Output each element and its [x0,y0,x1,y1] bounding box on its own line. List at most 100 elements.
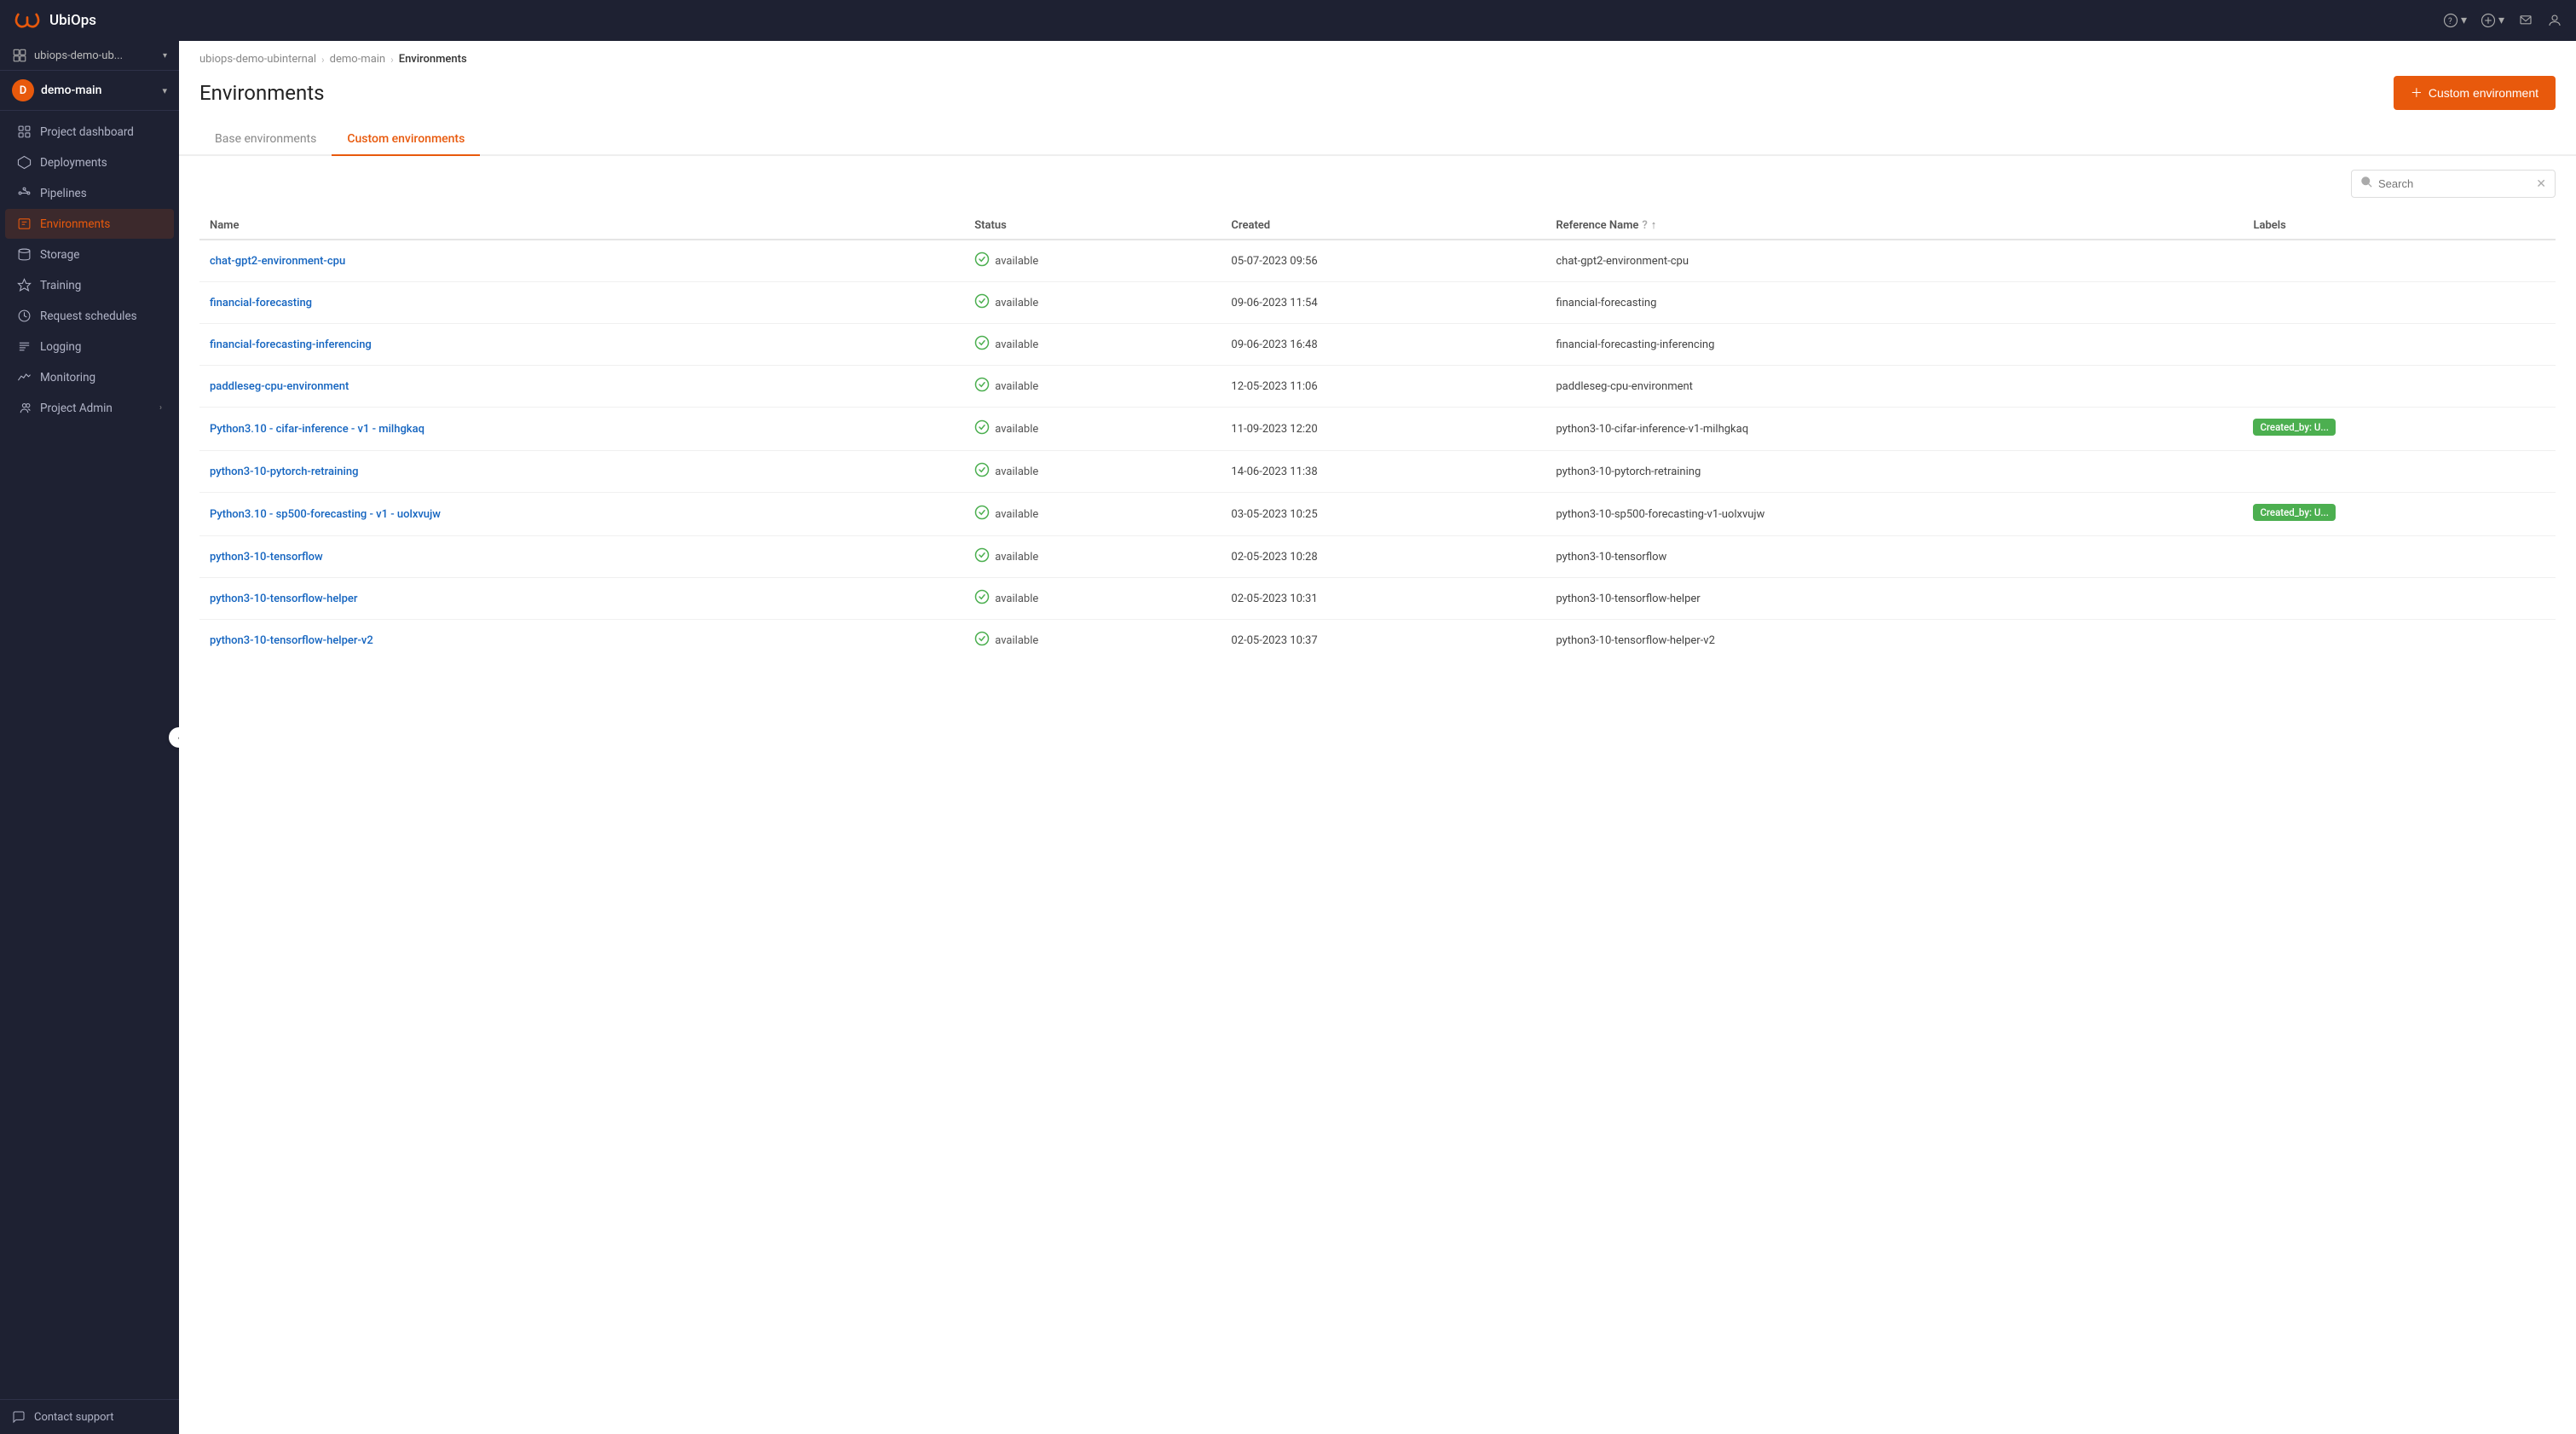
table-row: python3-10-tensorflow-helper available 0… [199,578,2556,620]
environments-table: Name Status Created Reference Name ? ↑ L… [199,211,2556,661]
available-icon [974,505,990,523]
user-icon[interactable] [2547,13,2562,28]
breadcrumb-project-link[interactable]: demo-main [330,53,385,66]
sidebar-item-monitoring[interactable]: Monitoring [5,362,174,392]
contact-support[interactable]: Contact support [0,1399,179,1434]
sidebar-item-logging[interactable]: Logging [5,332,174,361]
custom-environment-button[interactable]: ＋ Custom environment [2394,76,2556,110]
project-avatar: D [12,79,34,101]
cell-reference-name: python3-10-pytorch-retraining [1545,451,2243,493]
table-row: financial-forecasting available 09-06-20… [199,282,2556,324]
table-row: financial-forecasting-inferencing availa… [199,324,2556,366]
sidebar-item-deployments[interactable]: Deployments [5,147,174,177]
env-name-text: python3-10-tensorflow [210,551,323,564]
env-name-link[interactable]: chat-gpt2-environment-cpu [210,255,345,268]
table-body: chat-gpt2-environment-cpu available 05-0… [199,240,2556,661]
tab-custom-environments[interactable]: Custom environments [332,124,480,156]
cell-labels [2243,451,2556,493]
status-cell: available [974,589,1210,608]
available-icon [974,252,990,270]
env-name-link[interactable]: financial-forecasting-inferencing [210,338,372,351]
search-box: ✕ [2351,170,2556,198]
cell-name: chat-gpt2-environment-cpu [199,240,964,282]
sidebar-org[interactable]: ubiops-demo-ub... ▾ [0,41,179,71]
search-clear-icon[interactable]: ✕ [2536,177,2546,191]
col-name: Name [199,211,964,240]
sidebar: ubiops-demo-ub... ▾ D demo-main ▾ Projec… [0,41,179,1434]
cell-labels: Created_by: U... [2243,493,2556,536]
cell-labels [2243,324,2556,366]
svg-text:?: ? [2448,17,2452,26]
search-input[interactable] [2378,177,2531,190]
tab-base-environments[interactable]: Base environments [199,124,332,156]
breadcrumb-sep-1: › [321,54,325,66]
search-icon [2360,176,2373,192]
env-name-text: paddleseg-cpu-environment [210,380,349,393]
status-cell: available [974,547,1210,566]
org-chevron-icon: ▾ [163,51,167,61]
cell-name: paddleseg-cpu-environment [199,366,964,408]
contact-support-label: Contact support [34,1411,114,1424]
status-cell: available [974,631,1210,650]
status-text: available [995,380,1038,393]
available-icon [974,547,990,566]
cell-status: available [964,408,1221,451]
status-cell: available [974,377,1210,396]
sidebar-item-project-admin[interactable]: Project Admin › [5,393,174,423]
project-chevron-icon: ▾ [162,85,167,96]
table-row: Python3.10 - sp500-forecasting - v1 - uo… [199,493,2556,536]
sidebar-item-label: Deployments [40,156,162,170]
sidebar-item-pipelines[interactable]: Pipelines [5,178,174,208]
sidebar-project[interactable]: D demo-main ▾ [0,71,179,111]
breadcrumb-current: Environments [399,53,467,66]
main-content: ubiops-demo-ubinternal › demo-main › Env… [179,41,2576,1434]
cell-reference-name: financial-forecasting-inferencing [1545,324,2243,366]
status-cell: available [974,462,1210,481]
sidebar-item-training[interactable]: Training [5,270,174,300]
sidebar-item-label: Pipelines [40,187,162,200]
sidebar-item-environments[interactable]: Environments [5,209,174,239]
cell-labels [2243,578,2556,620]
env-name-text: Python3.10 - cifar-inference - v1 - milh… [210,423,425,436]
env-name-text: python3-10-tensorflow-helper-v2 [210,634,373,647]
cell-status: available [964,493,1221,536]
nav-brand: UbiOps [14,11,96,30]
cell-reference-name: paddleseg-cpu-environment [1545,366,2243,408]
reference-name-sort-icon[interactable]: ↑ [1651,218,1657,232]
cell-name: financial-forecasting-inferencing [199,324,964,366]
cell-status: available [964,451,1221,493]
cell-created: 14-06-2023 11:38 [1221,451,1545,493]
help-button[interactable]: ? ▾ [2443,13,2467,28]
cell-labels [2243,536,2556,578]
breadcrumb-org-link[interactable]: ubiops-demo-ubinternal [199,53,316,66]
sidebar-item-label: Request schedules [40,309,162,323]
cell-status: available [964,578,1221,620]
status-text: available [995,551,1038,564]
status-cell: available [974,335,1210,354]
status-text: available [995,297,1038,309]
status-text: available [995,634,1038,647]
cell-labels [2243,620,2556,662]
project-admin-chevron-icon: › [159,403,162,413]
env-name-link[interactable]: financial-forecasting [210,297,312,309]
table-row: python3-10-tensorflow-helper-v2 availabl… [199,620,2556,662]
col-created: Created [1221,211,1545,240]
plus-button[interactable]: ▾ [2481,13,2504,28]
status-cell: available [974,419,1210,438]
sidebar-item-label: Training [40,279,162,292]
env-name-text: python3-10-tensorflow-helper [210,593,357,605]
status-text: available [995,338,1038,351]
sidebar-item-storage[interactable]: Storage [5,240,174,269]
sidebar-item-request-schedules[interactable]: Request schedules [5,301,174,331]
cell-name: financial-forecasting [199,282,964,324]
logo-icon [14,11,41,30]
sidebar-item-label: Storage [40,248,162,262]
available-icon [974,589,990,608]
env-name-text: python3-10-pytorch-retraining [210,465,358,478]
notifications-icon[interactable] [2518,13,2533,28]
cell-reference-name: chat-gpt2-environment-cpu [1545,240,2243,282]
sidebar-item-project-dashboard[interactable]: Project dashboard [5,117,174,147]
reference-name-help-icon[interactable]: ? [1642,219,1647,232]
breadcrumb-sep-2: › [390,54,394,66]
col-labels: Labels [2243,211,2556,240]
